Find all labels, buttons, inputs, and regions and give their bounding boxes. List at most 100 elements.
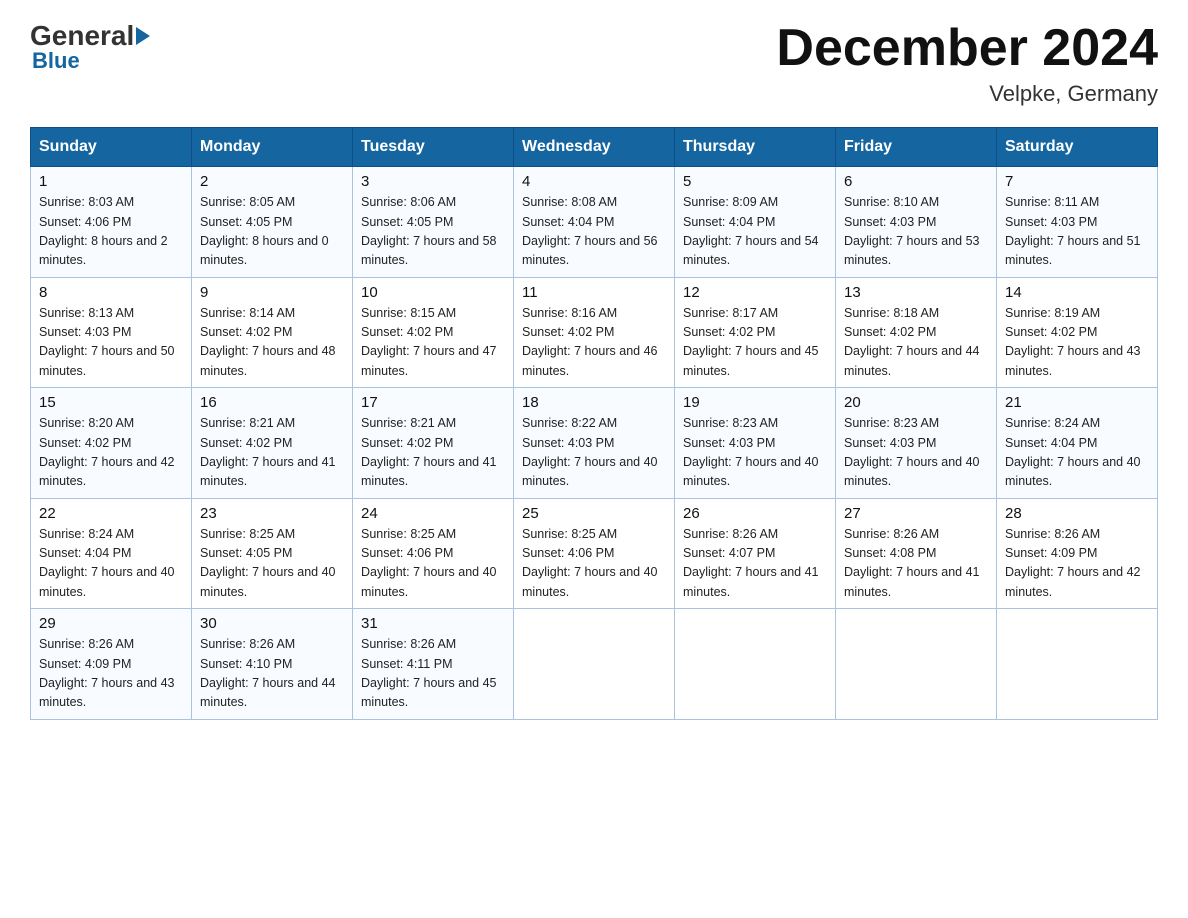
day-info: Sunrise: 8:15 AMSunset: 4:02 PMDaylight:… <box>361 306 497 378</box>
calendar-cell: 13 Sunrise: 8:18 AMSunset: 4:02 PMDaylig… <box>836 277 997 388</box>
calendar-cell <box>514 609 675 720</box>
calendar-cell: 12 Sunrise: 8:17 AMSunset: 4:02 PMDaylig… <box>675 277 836 388</box>
day-info: Sunrise: 8:23 AMSunset: 4:03 PMDaylight:… <box>683 416 819 488</box>
calendar-cell: 28 Sunrise: 8:26 AMSunset: 4:09 PMDaylig… <box>997 498 1158 609</box>
calendar-cell: 3 Sunrise: 8:06 AMSunset: 4:05 PMDayligh… <box>353 167 514 278</box>
calendar-cell: 6 Sunrise: 8:10 AMSunset: 4:03 PMDayligh… <box>836 167 997 278</box>
col-header-saturday: Saturday <box>997 128 1158 167</box>
calendar-cell: 7 Sunrise: 8:11 AMSunset: 4:03 PMDayligh… <box>997 167 1158 278</box>
day-info: Sunrise: 8:14 AMSunset: 4:02 PMDaylight:… <box>200 306 336 378</box>
day-info: Sunrise: 8:26 AMSunset: 4:09 PMDaylight:… <box>1005 527 1141 599</box>
calendar-week-row: 1 Sunrise: 8:03 AMSunset: 4:06 PMDayligh… <box>31 167 1158 278</box>
col-header-wednesday: Wednesday <box>514 128 675 167</box>
day-number: 16 <box>200 394 344 411</box>
day-info: Sunrise: 8:19 AMSunset: 4:02 PMDaylight:… <box>1005 306 1141 378</box>
calendar-cell <box>675 609 836 720</box>
day-number: 7 <box>1005 173 1149 190</box>
calendar-cell: 5 Sunrise: 8:09 AMSunset: 4:04 PMDayligh… <box>675 167 836 278</box>
day-number: 1 <box>39 173 183 190</box>
day-info: Sunrise: 8:06 AMSunset: 4:05 PMDaylight:… <box>361 195 497 267</box>
calendar-cell: 8 Sunrise: 8:13 AMSunset: 4:03 PMDayligh… <box>31 277 192 388</box>
day-info: Sunrise: 8:21 AMSunset: 4:02 PMDaylight:… <box>361 416 497 488</box>
header-area: General Blue December 2024 Velpke, Germa… <box>30 20 1158 107</box>
day-number: 29 <box>39 615 183 632</box>
day-number: 19 <box>683 394 827 411</box>
calendar-cell <box>997 609 1158 720</box>
day-number: 2 <box>200 173 344 190</box>
day-info: Sunrise: 8:09 AMSunset: 4:04 PMDaylight:… <box>683 195 819 267</box>
calendar-cell: 4 Sunrise: 8:08 AMSunset: 4:04 PMDayligh… <box>514 167 675 278</box>
day-number: 24 <box>361 505 505 522</box>
day-info: Sunrise: 8:11 AMSunset: 4:03 PMDaylight:… <box>1005 195 1141 267</box>
day-number: 30 <box>200 615 344 632</box>
calendar-week-row: 29 Sunrise: 8:26 AMSunset: 4:09 PMDaylig… <box>31 609 1158 720</box>
calendar-cell: 14 Sunrise: 8:19 AMSunset: 4:02 PMDaylig… <box>997 277 1158 388</box>
day-number: 3 <box>361 173 505 190</box>
calendar-week-row: 15 Sunrise: 8:20 AMSunset: 4:02 PMDaylig… <box>31 388 1158 499</box>
day-number: 27 <box>844 505 988 522</box>
calendar-cell: 29 Sunrise: 8:26 AMSunset: 4:09 PMDaylig… <box>31 609 192 720</box>
calendar-cell: 17 Sunrise: 8:21 AMSunset: 4:02 PMDaylig… <box>353 388 514 499</box>
calendar-cell: 24 Sunrise: 8:25 AMSunset: 4:06 PMDaylig… <box>353 498 514 609</box>
day-number: 11 <box>522 284 666 301</box>
day-number: 6 <box>844 173 988 190</box>
calendar-cell <box>836 609 997 720</box>
day-number: 22 <box>39 505 183 522</box>
calendar-cell: 2 Sunrise: 8:05 AMSunset: 4:05 PMDayligh… <box>192 167 353 278</box>
logo-blue-text: Blue <box>32 48 80 74</box>
day-info: Sunrise: 8:25 AMSunset: 4:06 PMDaylight:… <box>361 527 497 599</box>
day-number: 9 <box>200 284 344 301</box>
day-number: 14 <box>1005 284 1149 301</box>
day-number: 21 <box>1005 394 1149 411</box>
calendar-cell: 20 Sunrise: 8:23 AMSunset: 4:03 PMDaylig… <box>836 388 997 499</box>
day-number: 5 <box>683 173 827 190</box>
logo-area: General Blue <box>30 20 152 74</box>
calendar-cell: 26 Sunrise: 8:26 AMSunset: 4:07 PMDaylig… <box>675 498 836 609</box>
col-header-thursday: Thursday <box>675 128 836 167</box>
calendar-cell: 16 Sunrise: 8:21 AMSunset: 4:02 PMDaylig… <box>192 388 353 499</box>
day-number: 4 <box>522 173 666 190</box>
calendar-cell: 23 Sunrise: 8:25 AMSunset: 4:05 PMDaylig… <box>192 498 353 609</box>
calendar-cell: 27 Sunrise: 8:26 AMSunset: 4:08 PMDaylig… <box>836 498 997 609</box>
calendar-week-row: 8 Sunrise: 8:13 AMSunset: 4:03 PMDayligh… <box>31 277 1158 388</box>
day-number: 31 <box>361 615 505 632</box>
day-info: Sunrise: 8:10 AMSunset: 4:03 PMDaylight:… <box>844 195 980 267</box>
day-info: Sunrise: 8:18 AMSunset: 4:02 PMDaylight:… <box>844 306 980 378</box>
col-header-friday: Friday <box>836 128 997 167</box>
calendar-cell: 31 Sunrise: 8:26 AMSunset: 4:11 PMDaylig… <box>353 609 514 720</box>
calendar-cell: 15 Sunrise: 8:20 AMSunset: 4:02 PMDaylig… <box>31 388 192 499</box>
day-number: 8 <box>39 284 183 301</box>
day-number: 18 <box>522 394 666 411</box>
calendar-cell: 9 Sunrise: 8:14 AMSunset: 4:02 PMDayligh… <box>192 277 353 388</box>
calendar-cell: 1 Sunrise: 8:03 AMSunset: 4:06 PMDayligh… <box>31 167 192 278</box>
day-number: 25 <box>522 505 666 522</box>
day-info: Sunrise: 8:26 AMSunset: 4:10 PMDaylight:… <box>200 637 336 709</box>
calendar-cell: 22 Sunrise: 8:24 AMSunset: 4:04 PMDaylig… <box>31 498 192 609</box>
day-info: Sunrise: 8:26 AMSunset: 4:11 PMDaylight:… <box>361 637 497 709</box>
calendar-cell: 25 Sunrise: 8:25 AMSunset: 4:06 PMDaylig… <box>514 498 675 609</box>
day-number: 17 <box>361 394 505 411</box>
day-number: 23 <box>200 505 344 522</box>
day-number: 13 <box>844 284 988 301</box>
col-header-tuesday: Tuesday <box>353 128 514 167</box>
calendar-cell: 11 Sunrise: 8:16 AMSunset: 4:02 PMDaylig… <box>514 277 675 388</box>
day-info: Sunrise: 8:22 AMSunset: 4:03 PMDaylight:… <box>522 416 658 488</box>
day-info: Sunrise: 8:21 AMSunset: 4:02 PMDaylight:… <box>200 416 336 488</box>
day-number: 12 <box>683 284 827 301</box>
calendar-cell: 19 Sunrise: 8:23 AMSunset: 4:03 PMDaylig… <box>675 388 836 499</box>
day-info: Sunrise: 8:24 AMSunset: 4:04 PMDaylight:… <box>39 527 175 599</box>
day-number: 26 <box>683 505 827 522</box>
calendar-cell: 10 Sunrise: 8:15 AMSunset: 4:02 PMDaylig… <box>353 277 514 388</box>
calendar-cell: 21 Sunrise: 8:24 AMSunset: 4:04 PMDaylig… <box>997 388 1158 499</box>
calendar-table: SundayMondayTuesdayWednesdayThursdayFrid… <box>30 127 1158 720</box>
logo-arrow-icon <box>136 27 150 45</box>
day-info: Sunrise: 8:20 AMSunset: 4:02 PMDaylight:… <box>39 416 175 488</box>
day-info: Sunrise: 8:25 AMSunset: 4:06 PMDaylight:… <box>522 527 658 599</box>
month-year-title: December 2024 <box>776 20 1158 77</box>
calendar-cell: 18 Sunrise: 8:22 AMSunset: 4:03 PMDaylig… <box>514 388 675 499</box>
day-info: Sunrise: 8:23 AMSunset: 4:03 PMDaylight:… <box>844 416 980 488</box>
day-number: 28 <box>1005 505 1149 522</box>
day-info: Sunrise: 8:05 AMSunset: 4:05 PMDaylight:… <box>200 195 329 267</box>
day-number: 10 <box>361 284 505 301</box>
day-info: Sunrise: 8:17 AMSunset: 4:02 PMDaylight:… <box>683 306 819 378</box>
